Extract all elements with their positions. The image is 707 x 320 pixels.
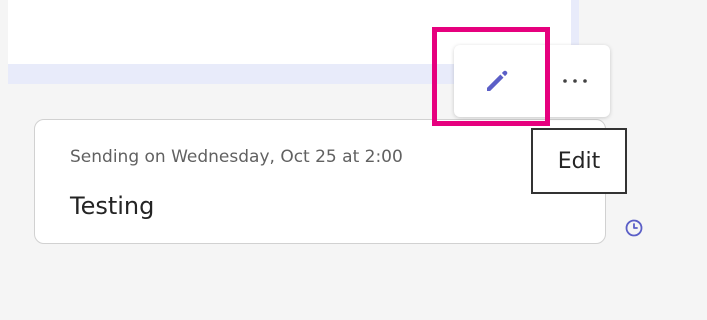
edit-button[interactable] <box>454 45 540 117</box>
ellipsis-icon <box>563 79 587 83</box>
message-text: Testing <box>70 192 155 220</box>
edit-tooltip: Edit <box>531 128 627 194</box>
pencil-icon <box>487 70 508 91</box>
more-options-button[interactable] <box>546 45 604 117</box>
message-hover-toolbar <box>454 45 610 117</box>
scheduled-send-label: Sending on Wednesday, Oct 25 at 2:00 <box>70 147 403 167</box>
clock-icon <box>625 219 643 237</box>
edit-tooltip-label: Edit <box>557 148 601 174</box>
scheduled-message-card[interactable]: Sending on Wednesday, Oct 25 at 2:00 Tes… <box>34 119 606 244</box>
